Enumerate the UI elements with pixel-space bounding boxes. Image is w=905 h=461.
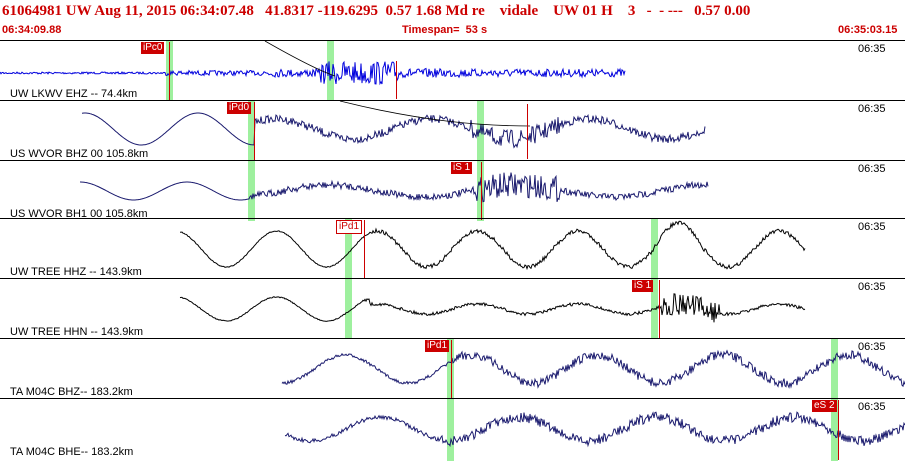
trace-label: UW TREE HHN -- 143.9km xyxy=(10,326,144,338)
event-summary: 61064981 UW Aug 11, 2015 06:34:07.48 41.… xyxy=(2,3,751,19)
pick-label[interactable]: eS 2 xyxy=(812,400,837,412)
trace-panel-1[interactable]: iPc0 UW LKWV EHZ -- 74.4km 06:35 xyxy=(0,40,905,101)
trace-label: UW TREE HHZ -- 143.9km xyxy=(10,266,142,278)
pick-label[interactable]: iPc0 xyxy=(141,42,165,54)
pick-marker xyxy=(481,162,482,220)
trace-time: 06:35 xyxy=(858,401,886,413)
event-header: 61064981 UW Aug 11, 2015 06:34:07.48 41.… xyxy=(0,0,905,23)
trace-panel-5[interactable]: iS 1 UW TREE HHN -- 143.9km 06:35 xyxy=(0,278,905,339)
pick-label[interactable]: iPd1 xyxy=(425,340,450,352)
trace-label: US WVOR BHZ 00 105.8km xyxy=(10,148,149,160)
pick-marker xyxy=(254,102,255,160)
end-time: 06:35:03.15 xyxy=(838,24,898,36)
waveform xyxy=(281,349,905,389)
trace-time: 06:35 xyxy=(858,221,886,233)
pick-marker xyxy=(169,42,170,100)
pick-marker xyxy=(451,340,452,398)
trace-panel-2[interactable]: iPd0 US WVOR BHZ 00 105.8km 06:35 xyxy=(0,100,905,161)
pick-marker xyxy=(364,220,365,278)
trace-label: UW LKWV EHZ -- 74.4km xyxy=(10,88,138,100)
waveform xyxy=(284,411,905,448)
trace-panel-6[interactable]: iPd1 TA M04C BHZ-- 183.2km 06:35 xyxy=(0,338,905,399)
trace-panel-4[interactable]: iPd1 UW TREE HHZ -- 143.9km 06:35 xyxy=(0,218,905,279)
trace-time: 06:35 xyxy=(858,103,886,115)
pick-label[interactable]: iS 1 xyxy=(451,162,473,174)
pick-marker xyxy=(527,104,528,159)
trace-panel-7[interactable]: eS 2 TA M04C BHE-- 183.2km 06:35 xyxy=(0,398,905,461)
time-bar: 06:34:09.88 Timespan= 53 s 06:35:03.15 xyxy=(0,23,905,37)
pick-label[interactable]: iPd0 xyxy=(227,102,252,114)
trace-panel-3[interactable]: iS 1 US WVOR BH1 00 105.8km 06:35 xyxy=(0,160,905,221)
trace-label: TA M04C BHE-- 183.2km xyxy=(10,446,134,458)
pick-marker xyxy=(396,61,397,99)
trace-time: 06:35 xyxy=(858,341,886,353)
pick-label[interactable]: iPd1 xyxy=(336,220,363,234)
pick-label[interactable]: iS 1 xyxy=(632,280,654,292)
pick-marker xyxy=(838,400,839,460)
trace-time: 06:35 xyxy=(858,43,886,55)
start-time: 06:34:09.88 xyxy=(2,24,62,36)
trace-time: 06:35 xyxy=(858,163,886,175)
trace-time: 06:35 xyxy=(858,281,886,293)
trace-label: TA M04C BHZ-- 183.2km xyxy=(10,386,133,398)
pick-marker xyxy=(659,280,660,338)
timespan: Timespan= 53 s xyxy=(402,24,488,36)
